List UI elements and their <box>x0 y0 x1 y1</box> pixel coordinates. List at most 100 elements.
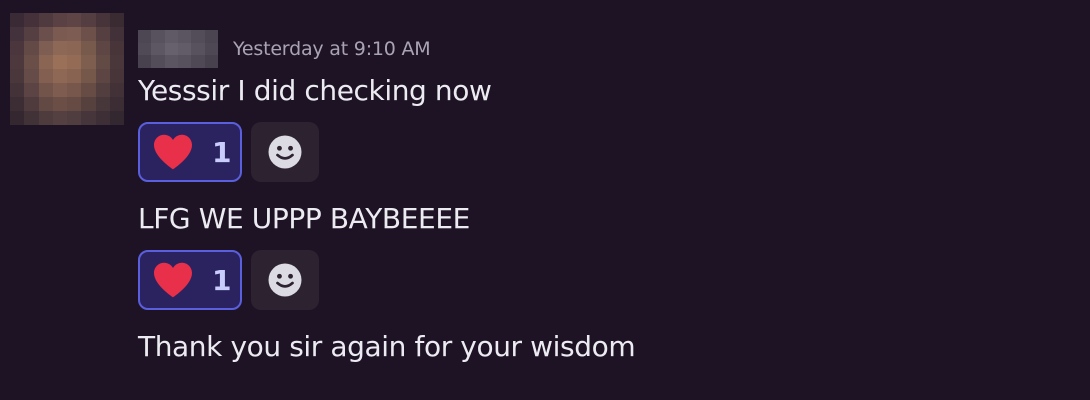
avatar[interactable] <box>10 13 124 125</box>
username-pixel <box>204 42 218 56</box>
username-pixel <box>164 30 178 43</box>
smiley-icon <box>268 135 302 169</box>
reaction-bar: 1 <box>138 122 319 182</box>
avatar-pixel <box>52 13 67 27</box>
avatar-pixel <box>95 55 110 69</box>
reaction-bar: 1 <box>138 250 319 310</box>
avatar-pixel <box>38 97 53 111</box>
timestamp[interactable]: Yesterday at 9:10 AM <box>233 38 431 60</box>
avatar-pixel <box>81 69 96 83</box>
avatar-pixel <box>24 111 39 125</box>
avatar-pixel <box>81 111 96 125</box>
avatar-pixel <box>52 55 67 69</box>
avatar-pixel <box>38 41 53 55</box>
username-pixel <box>164 42 178 56</box>
username-pixel <box>151 30 165 43</box>
username-pixel <box>191 42 205 56</box>
avatar-pixel <box>109 97 124 111</box>
avatar-pixel <box>109 55 124 69</box>
message-group: Yesterday at 9:10 AM Yesssir I did check… <box>0 0 1090 400</box>
avatar-pixel <box>81 55 96 69</box>
avatar-pixel <box>24 41 39 55</box>
avatar-pixel <box>67 69 82 83</box>
avatar-pixel <box>10 55 25 69</box>
add-reaction-button[interactable] <box>251 122 319 182</box>
add-reaction-button[interactable] <box>251 250 319 310</box>
heart-reaction-button[interactable]: 1 <box>138 122 242 182</box>
avatar-pixel <box>95 13 110 27</box>
avatar-pixel <box>52 69 67 83</box>
username-pixel <box>138 30 152 43</box>
avatar-pixel <box>109 41 124 55</box>
avatar-pixel <box>95 69 110 83</box>
avatar-pixel <box>67 55 82 69</box>
heart-icon <box>154 134 192 170</box>
avatar-pixel <box>95 97 110 111</box>
avatar-pixel <box>81 97 96 111</box>
avatar-pixel <box>38 13 53 27</box>
avatar-pixel <box>67 111 82 125</box>
username-pixel <box>177 55 192 68</box>
avatar-pixel <box>52 97 67 111</box>
username-pixel <box>138 55 152 68</box>
heart-reaction-button[interactable]: 1 <box>138 250 242 310</box>
avatar-pixel <box>24 27 39 41</box>
avatar-pixel <box>38 83 53 97</box>
avatar-pixel <box>81 83 96 97</box>
avatar-pixel <box>109 111 124 125</box>
username-pixel <box>204 55 218 68</box>
avatar-pixel <box>52 111 67 125</box>
reaction-count: 1 <box>212 263 232 297</box>
avatar-pixel <box>10 69 25 83</box>
avatar-pixel <box>67 41 82 55</box>
avatar-pixel <box>81 13 96 27</box>
username-pixel <box>151 55 165 68</box>
avatar-pixel <box>67 13 82 27</box>
avatar-pixel <box>95 41 110 55</box>
avatar-pixel <box>24 97 39 111</box>
avatar-pixel <box>67 97 82 111</box>
message-text: LFG WE UPPP BAYBEEEE <box>138 202 470 235</box>
avatar-pixel <box>10 13 25 27</box>
avatar-pixel <box>38 69 53 83</box>
username-pixel <box>177 30 192 43</box>
avatar-pixel <box>24 69 39 83</box>
username-pixel <box>138 42 152 56</box>
avatar-pixel <box>67 83 82 97</box>
avatar-pixel <box>109 27 124 41</box>
avatar-pixel <box>24 55 39 69</box>
avatar-pixel <box>10 97 25 111</box>
avatar-pixel <box>95 111 110 125</box>
avatar-pixel <box>52 27 67 41</box>
reaction-count: 1 <box>212 135 232 169</box>
avatar-pixel <box>109 69 124 83</box>
avatar-pixel <box>109 83 124 97</box>
avatar-pixel <box>52 41 67 55</box>
avatar-pixel <box>38 111 53 125</box>
username-pixel <box>151 42 165 56</box>
avatar-pixel <box>67 27 82 41</box>
username-pixel <box>191 30 205 43</box>
avatar-pixel <box>10 27 25 41</box>
avatar-pixel <box>52 83 67 97</box>
smiley-icon <box>268 263 302 297</box>
avatar-pixel <box>10 41 25 55</box>
avatar-pixel <box>24 13 39 27</box>
username-pixel <box>204 30 218 43</box>
avatar-pixel <box>38 27 53 41</box>
avatar-pixel <box>10 83 25 97</box>
message-text: Thank you sir again for your wisdom <box>138 330 636 363</box>
avatar-pixel <box>81 27 96 41</box>
username-pixel <box>191 55 205 68</box>
heart-icon <box>154 262 192 298</box>
username-pixel <box>164 55 178 68</box>
avatar-pixel <box>95 83 110 97</box>
username[interactable] <box>138 30 218 68</box>
avatar-pixel <box>109 13 124 27</box>
avatar-pixel <box>81 41 96 55</box>
avatar-pixel <box>10 111 25 125</box>
avatar-pixel <box>24 83 39 97</box>
avatar-pixel <box>38 55 53 69</box>
username-pixel <box>177 42 192 56</box>
avatar-pixel <box>95 27 110 41</box>
